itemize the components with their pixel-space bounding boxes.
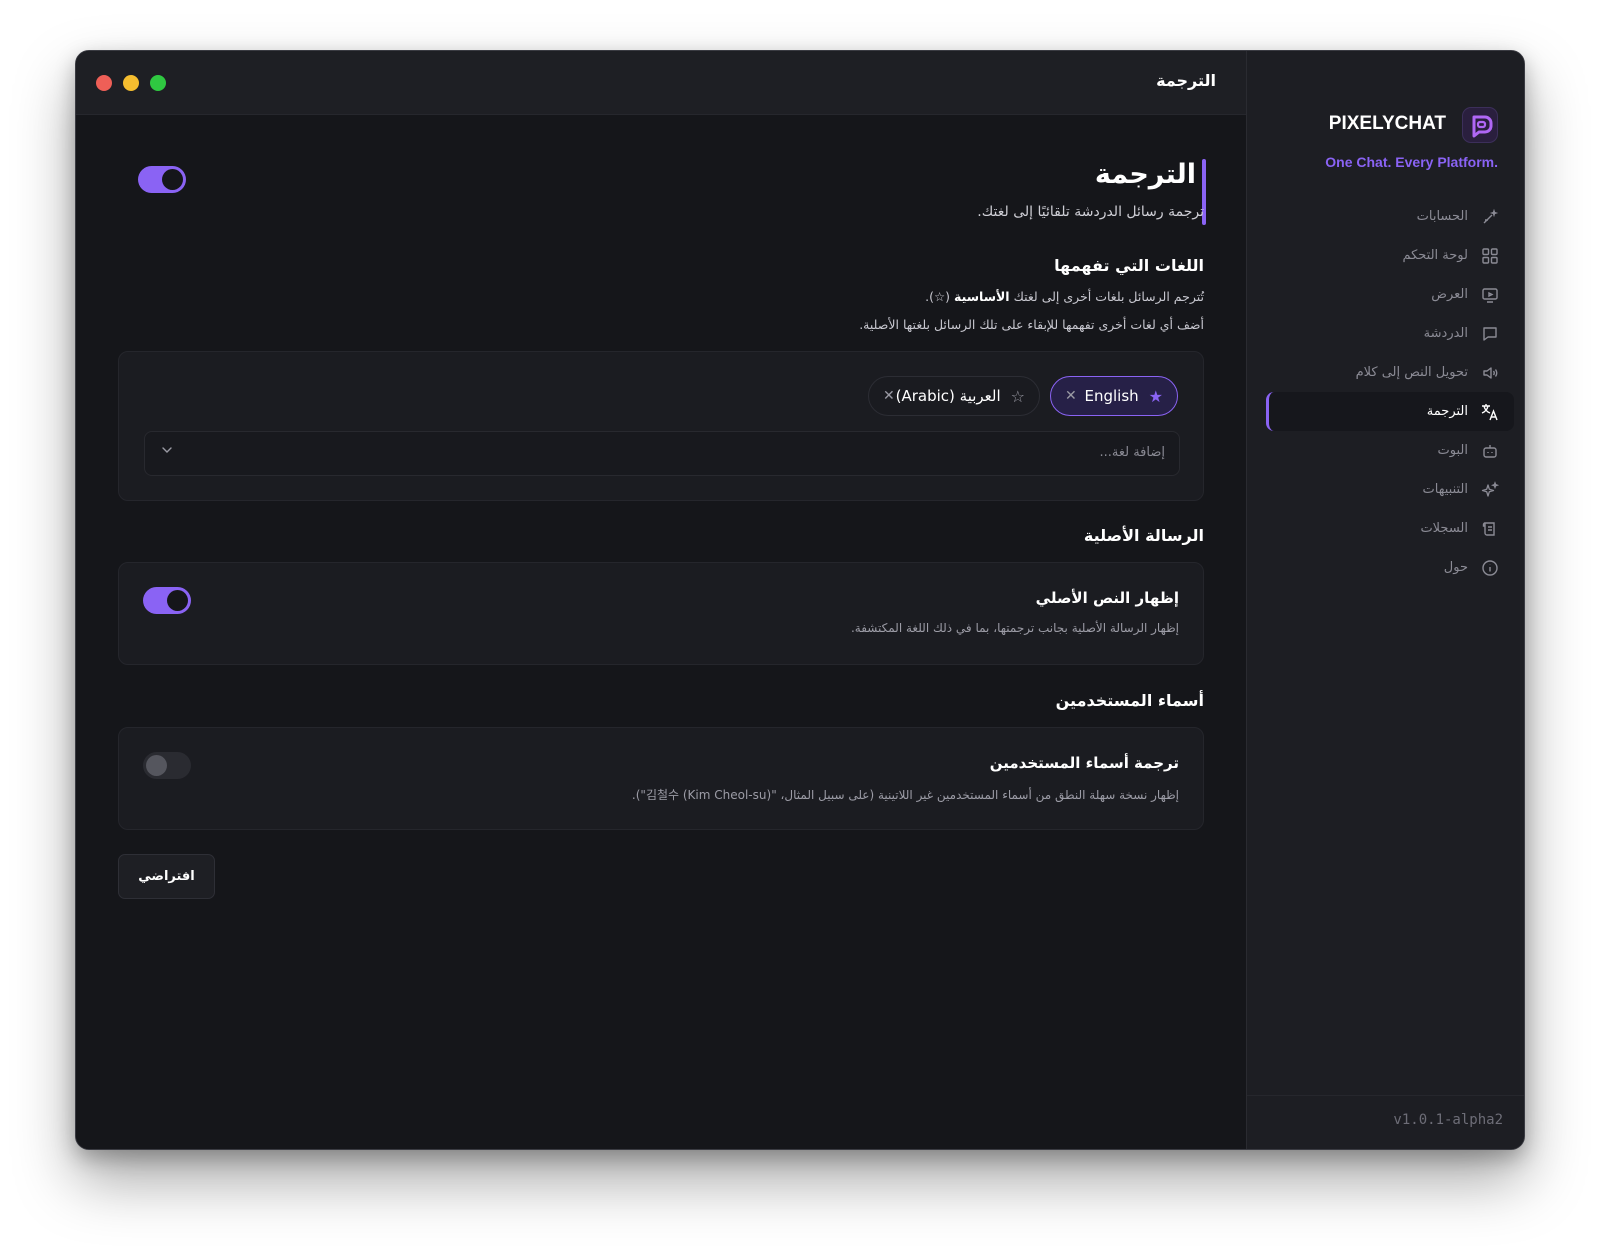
translate-usernames-card: ترجمة أسماء المستخدمين إظهار نسخة سهلة ا… bbox=[118, 727, 1204, 830]
minimize-window-button[interactable] bbox=[123, 75, 139, 91]
sidebar-item-translation[interactable]: الترجمة bbox=[1266, 392, 1514, 431]
languages-section-title: اللغات التي تفهمها bbox=[1054, 256, 1204, 275]
window-title: الترجمة bbox=[1156, 71, 1216, 90]
sidebar-item-bot[interactable]: البوت bbox=[1266, 431, 1514, 470]
sidebar-item-label: الحسابات bbox=[1416, 209, 1468, 224]
languages-desc-prefix: تُترجم الرسائل بلغات أخرى إلى لغتك bbox=[1013, 289, 1204, 304]
accounts-icon bbox=[1480, 207, 1500, 227]
primary-star-filled-icon[interactable]: ★ bbox=[1149, 387, 1163, 406]
translate-icon bbox=[1480, 402, 1500, 422]
bot-icon bbox=[1480, 441, 1500, 461]
language-chip-label: English bbox=[1084, 387, 1139, 405]
toggle-knob bbox=[146, 755, 167, 776]
sidebar-item-display[interactable]: العرض bbox=[1266, 275, 1514, 314]
brand-name: PIXELYCHAT bbox=[1328, 113, 1446, 134]
translate-usernames-desc: إظهار نسخة سهلة النطق من أسماء المستخدمي… bbox=[631, 788, 1179, 802]
page-header: الترجمة ترجمة رسائل الدردشة تلقائيًا إلى… bbox=[604, 159, 1204, 220]
page-subtitle: ترجمة رسائل الدردشة تلقائيًا إلى لغتك. bbox=[977, 204, 1204, 220]
maximize-window-button[interactable] bbox=[150, 75, 166, 91]
main-content: الترجمة الترجمة ترجمة رسائل الدردشة تلقا… bbox=[76, 51, 1246, 1149]
sidebar: PIXELYCHAT .One Chat. Every Platform الح… bbox=[1246, 51, 1524, 1149]
sidebar-nav: الحسابات لوحة التحكم العرض الدردشة تحويل… bbox=[1266, 197, 1514, 587]
sidebar-item-label: التنبيهات bbox=[1422, 482, 1468, 497]
chat-bubble-icon bbox=[1480, 324, 1500, 344]
sparkles-icon bbox=[1480, 480, 1500, 500]
remove-language-icon[interactable]: ✕ bbox=[883, 388, 895, 404]
display-icon bbox=[1480, 285, 1500, 305]
sidebar-item-label: الدردشة bbox=[1423, 326, 1468, 341]
sidebar-item-label: الترجمة bbox=[1426, 404, 1468, 419]
sidebar-item-chat[interactable]: الدردشة bbox=[1266, 314, 1514, 353]
pixelychat-logo-icon bbox=[1462, 107, 1498, 143]
sidebar-item-label: العرض bbox=[1431, 287, 1468, 302]
languages-desc-suffix: (☆). bbox=[925, 289, 951, 304]
remove-language-icon[interactable]: ✕ bbox=[1065, 388, 1077, 404]
show-original-desc: إظهار الرسالة الأصلية بجانب ترجمتها، بما… bbox=[850, 621, 1179, 635]
show-original-card: إظهار النص الأصلي إظهار الرسالة الأصلية … bbox=[118, 562, 1204, 665]
languages-card: ★ English ✕ ☆ العربية (Arabic) ✕ إضافة ل… bbox=[118, 351, 1204, 501]
language-chip-english[interactable]: ★ English ✕ bbox=[1050, 376, 1178, 416]
sidebar-item-label: تحويل النص إلى كلام bbox=[1355, 365, 1468, 380]
translate-usernames-title: ترجمة أسماء المستخدمين bbox=[989, 754, 1179, 772]
language-chip-label: العربية (Arabic) bbox=[895, 387, 1001, 405]
sidebar-item-logs[interactable]: السجلات bbox=[1266, 509, 1514, 548]
info-icon bbox=[1480, 558, 1500, 578]
chevron-down-icon bbox=[161, 444, 173, 460]
sidebar-item-label: البوت bbox=[1437, 443, 1468, 458]
language-chip-arabic[interactable]: ☆ العربية (Arabic) ✕ bbox=[868, 376, 1040, 416]
add-language-select[interactable]: إضافة لغة... bbox=[144, 431, 1180, 476]
dashboard-grid-icon bbox=[1480, 246, 1500, 266]
close-window-button[interactable] bbox=[96, 75, 112, 91]
brand-tagline: .One Chat. Every Platform bbox=[1325, 154, 1498, 170]
speaker-icon bbox=[1480, 363, 1500, 383]
logs-icon bbox=[1480, 519, 1500, 539]
translate-usernames-toggle[interactable] bbox=[143, 752, 191, 779]
reset-default-button[interactable]: افتراضي bbox=[118, 854, 215, 899]
toggle-knob bbox=[167, 590, 188, 611]
toggle-knob bbox=[162, 169, 183, 190]
add-language-placeholder: إضافة لغة... bbox=[1099, 445, 1165, 460]
title-bar: الترجمة bbox=[76, 51, 1246, 115]
version-footer: v1.0.1-alpha2 bbox=[1247, 1095, 1524, 1149]
translation-enabled-toggle[interactable] bbox=[138, 166, 186, 193]
show-original-toggle[interactable] bbox=[143, 587, 191, 614]
languages-desc-bold: الأساسية bbox=[954, 289, 1010, 304]
sidebar-item-alerts[interactable]: التنبيهات bbox=[1266, 470, 1514, 509]
sidebar-item-tts[interactable]: تحويل النص إلى كلام bbox=[1266, 353, 1514, 392]
languages-desc-primary: تُترجم الرسائل بلغات أخرى إلى لغتك الأسا… bbox=[925, 289, 1204, 304]
sidebar-item-label: لوحة التحكم bbox=[1402, 248, 1468, 263]
sidebar-item-dashboard[interactable]: لوحة التحكم bbox=[1266, 236, 1514, 275]
show-original-title: إظهار النص الأصلي bbox=[1035, 589, 1179, 607]
page-title: الترجمة bbox=[1094, 159, 1196, 190]
sidebar-item-label: السجلات bbox=[1420, 521, 1468, 536]
usernames-section-title: أسماء المستخدمين bbox=[1055, 691, 1204, 710]
sidebar-item-label: حول bbox=[1443, 560, 1468, 575]
app-window: الترجمة الترجمة ترجمة رسائل الدردشة تلقا… bbox=[75, 50, 1525, 1150]
languages-desc-secondary: أضف أي لغات أخرى تفهمها للإبقاء على تلك … bbox=[859, 317, 1204, 332]
sidebar-item-accounts[interactable]: الحسابات bbox=[1266, 197, 1514, 236]
sidebar-item-about[interactable]: حول bbox=[1266, 548, 1514, 587]
primary-star-outline-icon[interactable]: ☆ bbox=[1011, 387, 1025, 406]
version-label: v1.0.1-alpha2 bbox=[1393, 1112, 1503, 1128]
original-section-title: الرسالة الأصلية bbox=[1083, 526, 1204, 545]
